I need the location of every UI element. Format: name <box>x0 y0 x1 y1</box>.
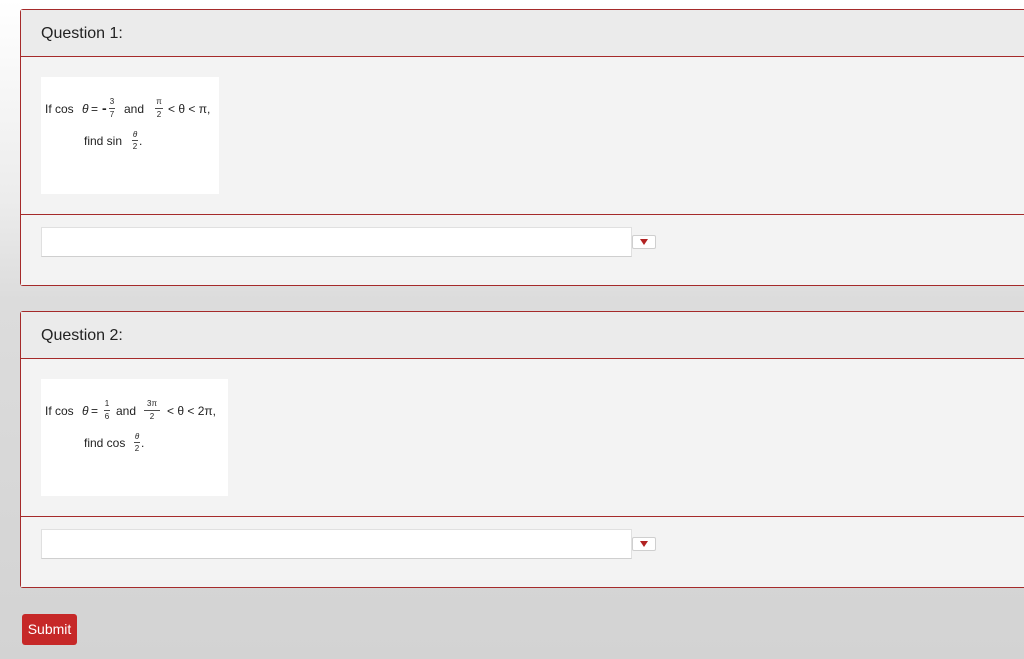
question-1-problem-image: If cos θ = - 3 7 and π 2 < θ < π, find s… <box>41 77 219 194</box>
question-1-math: If cos θ = - 3 7 and π 2 < θ < π, find s… <box>45 97 210 151</box>
question-2-problem-image: If cos θ = 1 6 and 3π 2 < θ < 2π, find c… <box>41 379 228 496</box>
q1-half-den: 2 <box>133 142 138 151</box>
q1-theta: θ <box>82 102 89 116</box>
q2-and: and <box>116 404 136 418</box>
q2-half-den: 2 <box>135 444 140 453</box>
q2-period: . <box>141 436 144 450</box>
q2-if-cos: If cos <box>45 404 74 418</box>
question-2-body: If cos θ = 1 6 and 3π 2 < θ < 2π, find c… <box>21 359 1024 517</box>
question-2-panel: Question 2: If cos θ = 1 6 and 3π 2 < θ … <box>20 311 1024 588</box>
q1-half-num: θ <box>133 130 138 139</box>
q2-bound-den: 2 <box>150 412 155 421</box>
q1-find-sin: find sin <box>84 134 122 148</box>
question-1-dropdown-button[interactable] <box>632 235 656 249</box>
q1-and: and <box>124 102 144 116</box>
dropdown-arrow-icon <box>640 541 648 547</box>
question-1-body: If cos θ = - 3 7 and π 2 < θ < π, find s… <box>21 57 1024 215</box>
q1-period: . <box>139 134 142 148</box>
q1-minus: - <box>102 100 107 116</box>
q1-equals: = <box>91 102 98 116</box>
q2-frac-num: 1 <box>105 399 110 408</box>
question-1-title: Question 1: <box>21 10 1024 57</box>
question-1-answer-area <box>21 215 1024 285</box>
q2-bound-num: 3π <box>147 399 157 408</box>
question-2-dropdown-button[interactable] <box>632 537 656 551</box>
q2-equals: = <box>91 404 98 418</box>
dropdown-arrow-icon <box>640 239 648 245</box>
question-2-math: If cos θ = 1 6 and 3π 2 < θ < 2π, find c… <box>45 399 216 453</box>
question-2-title: Question 2: <box>21 312 1024 359</box>
question-2-answer-area <box>21 517 1024 587</box>
question-1-answer-select[interactable] <box>41 227 632 257</box>
q1-inequality: < θ < π, <box>168 102 210 116</box>
q2-find-cos: find cos <box>84 436 125 450</box>
q2-theta: θ <box>82 404 89 418</box>
q2-inequality: < θ < 2π, <box>167 404 216 418</box>
q1-if-cos: If cos <box>45 102 74 116</box>
q1-frac-den: 7 <box>110 110 115 119</box>
question-2-answer-select[interactable] <box>41 529 632 559</box>
q1-bound-num: π <box>156 97 162 106</box>
q1-bound-den: 2 <box>157 110 162 119</box>
q2-frac-den: 6 <box>105 412 110 421</box>
question-1-panel: Question 1: If cos θ = - 3 7 and π 2 < θ… <box>20 9 1024 286</box>
q1-frac-num: 3 <box>110 97 115 106</box>
submit-button[interactable]: Submit <box>22 614 77 645</box>
q2-half-num: θ <box>135 432 140 441</box>
